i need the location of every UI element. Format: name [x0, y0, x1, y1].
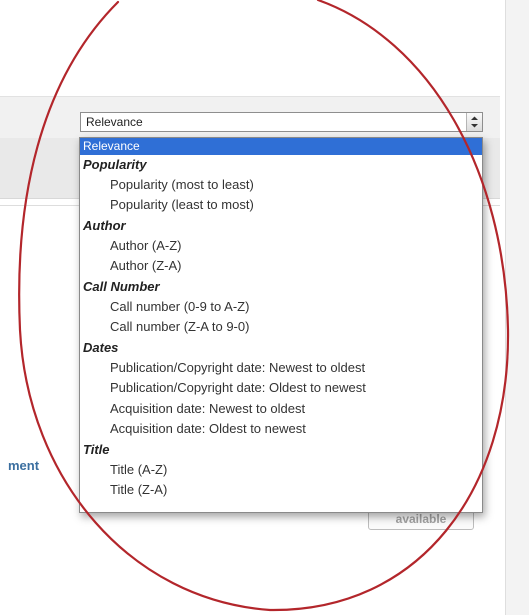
- red-circle-annotation: [18, 0, 510, 612]
